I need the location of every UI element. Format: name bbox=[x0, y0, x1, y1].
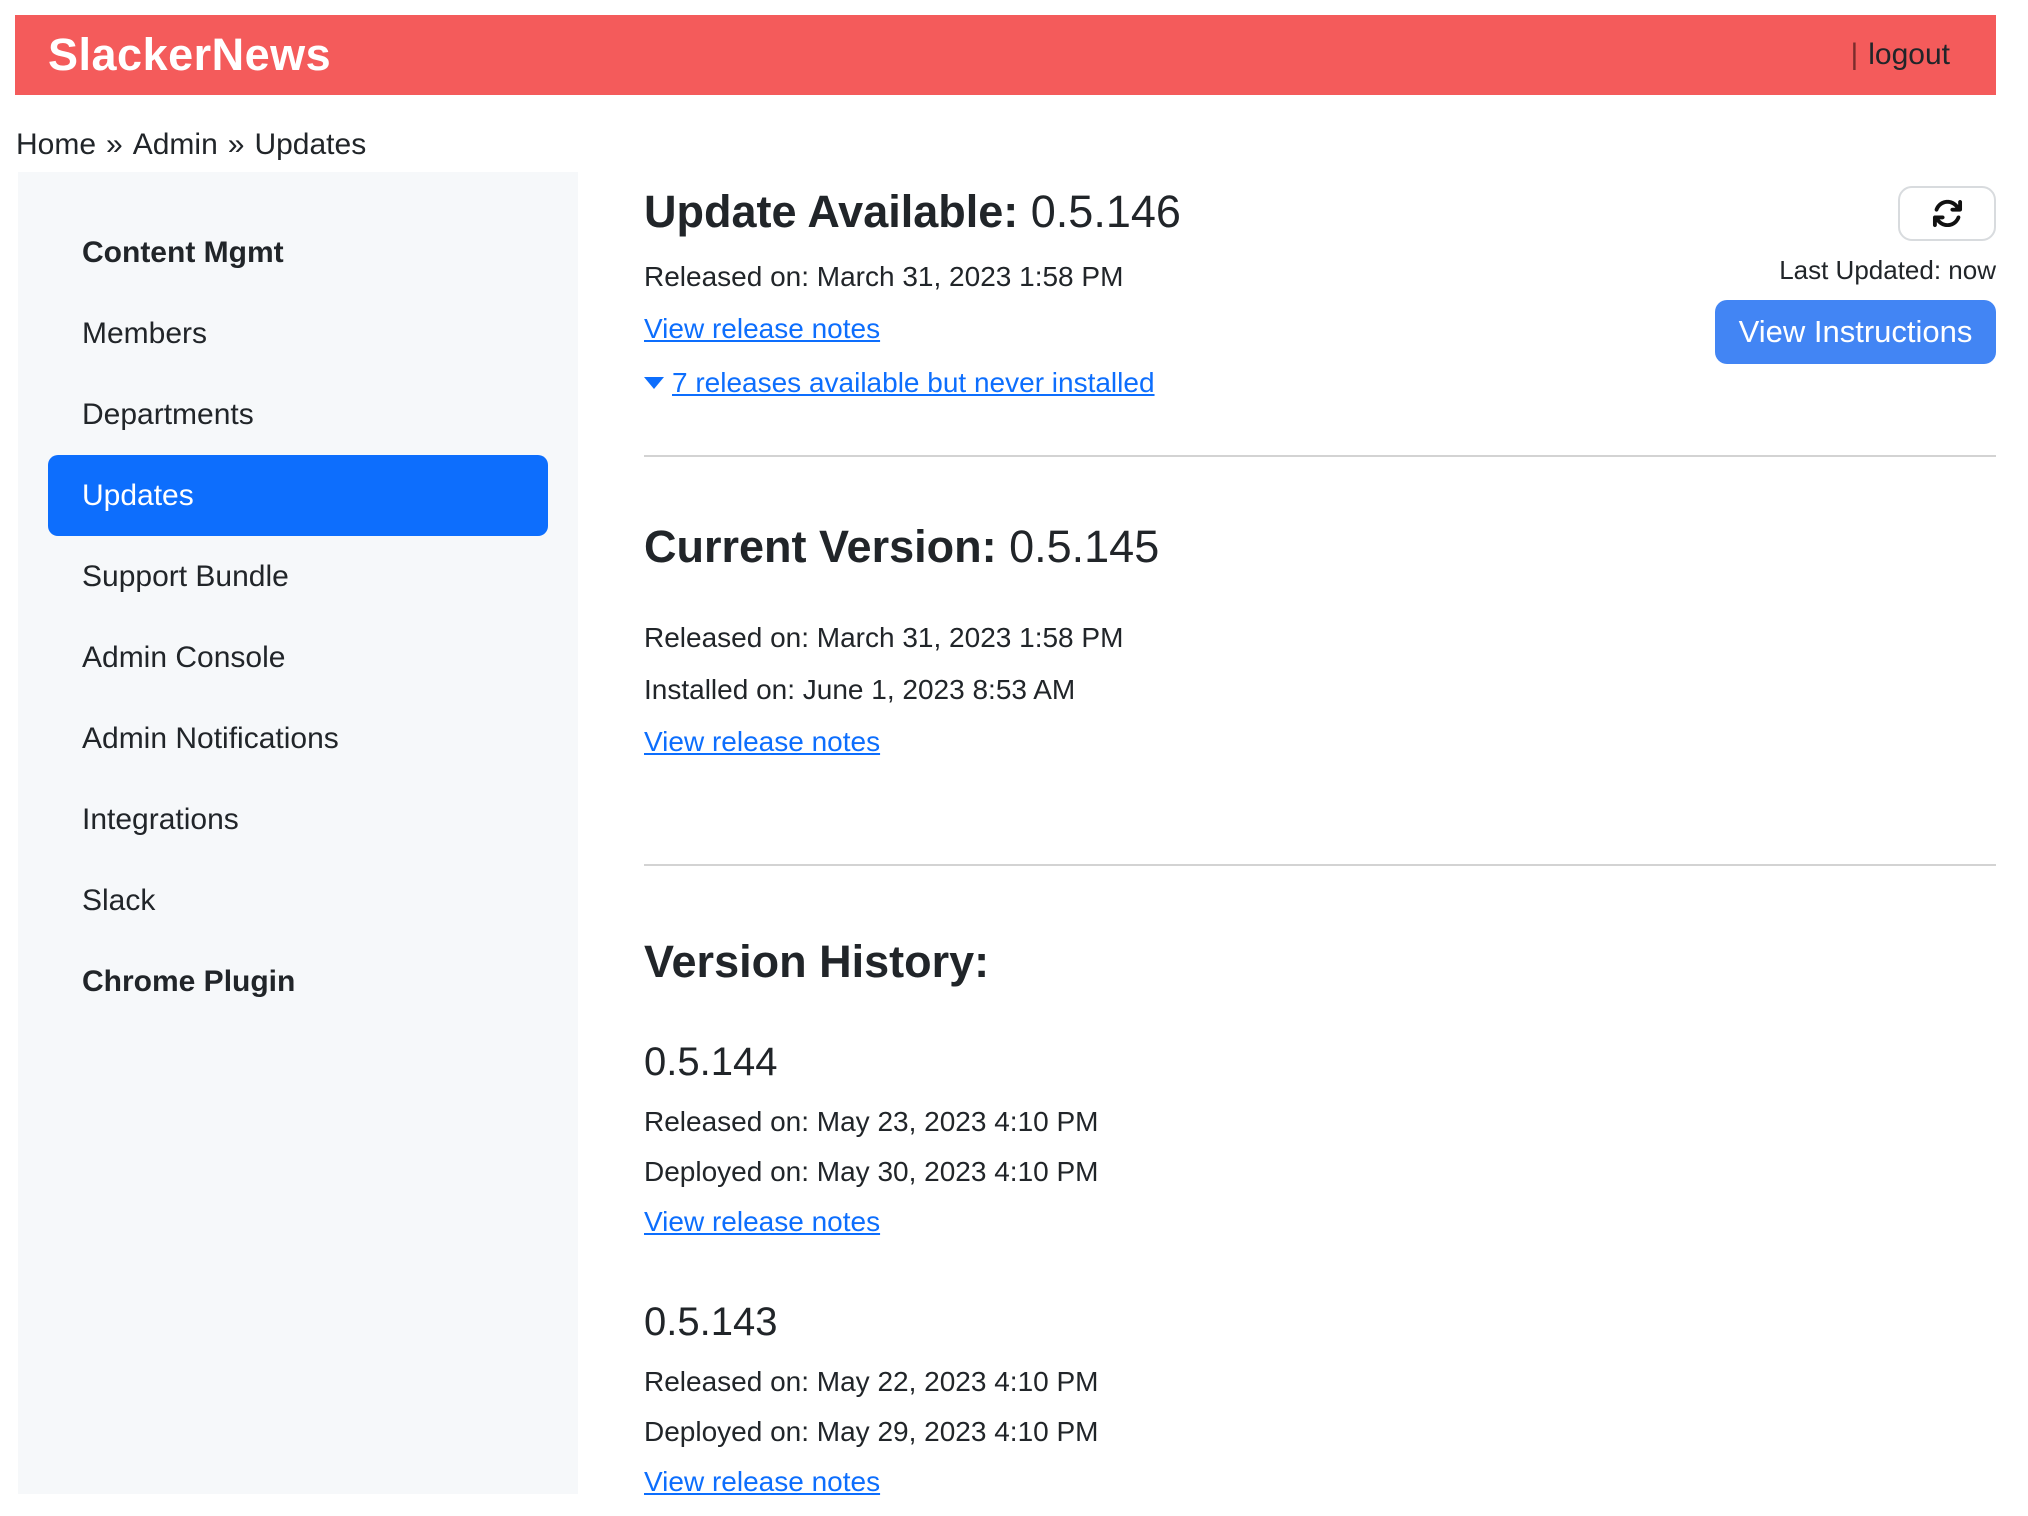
history-deployed-on: Deployed on: May 29, 2023 4:10 PM bbox=[644, 1415, 1996, 1449]
current-released-on: Released on: March 31, 2023 1:58 PM bbox=[644, 621, 1996, 655]
sidebar-item-support-bundle[interactable]: Support Bundle bbox=[48, 536, 548, 617]
update-available-row: Update Available: 0.5.146 Released on: M… bbox=[644, 186, 1996, 399]
current-version-label: Current Version: bbox=[644, 521, 997, 572]
current-version-section: Current Version: 0.5.145 Released on: Ma… bbox=[644, 521, 1996, 776]
logout-area: | logout bbox=[1850, 38, 1950, 72]
section-divider bbox=[644, 455, 1996, 457]
sidebar: Content Mgmt Members Departments Updates… bbox=[18, 172, 578, 1494]
update-controls: Last Updated: now View Instructions bbox=[1715, 186, 1996, 364]
update-available-section: Update Available: 0.5.146 Released on: M… bbox=[644, 186, 1181, 399]
breadcrumb-updates[interactable]: Updates bbox=[254, 128, 366, 161]
current-version-heading: Current Version: 0.5.145 bbox=[644, 521, 1996, 573]
releases-toggle-line: 7 releases available but never installed bbox=[644, 367, 1181, 399]
update-available-heading: Update Available: 0.5.146 bbox=[644, 186, 1181, 238]
breadcrumb-separator: » bbox=[228, 128, 245, 161]
caret-down-icon bbox=[644, 377, 664, 389]
history-version-number: 0.5.143 bbox=[644, 1300, 1996, 1345]
current-installed-on: Installed on: June 1, 2023 8:53 AM bbox=[644, 673, 1996, 707]
history-version-number: 0.5.144 bbox=[644, 1040, 1996, 1085]
history-deployed-on: Deployed on: May 30, 2023 4:10 PM bbox=[644, 1155, 1996, 1189]
releases-toggle-link[interactable]: 7 releases available but never installed bbox=[644, 367, 1155, 399]
update-available-label: Update Available: bbox=[644, 186, 1018, 237]
sidebar-item-admin-console[interactable]: Admin Console bbox=[48, 617, 548, 698]
sidebar-item-admin-notifications[interactable]: Admin Notifications bbox=[48, 698, 548, 779]
current-release-notes-link[interactable]: View release notes bbox=[644, 726, 880, 758]
logout-separator: | bbox=[1850, 38, 1858, 72]
sidebar-item-integrations[interactable]: Integrations bbox=[48, 779, 548, 860]
sidebar-item-content-mgmt[interactable]: Content Mgmt bbox=[48, 212, 548, 293]
sidebar-item-members[interactable]: Members bbox=[48, 293, 548, 374]
history-released-on: Released on: May 22, 2023 4:10 PM bbox=[644, 1365, 1996, 1399]
app-title: SlackerNews bbox=[48, 29, 331, 81]
sidebar-item-departments[interactable]: Departments bbox=[48, 374, 548, 455]
view-instructions-button[interactable]: View Instructions bbox=[1715, 300, 1996, 364]
app-header: SlackerNews | logout bbox=[15, 15, 1996, 95]
version-history-entry: 0.5.144 Released on: May 23, 2023 4:10 P… bbox=[644, 1040, 1996, 1256]
sidebar-item-chrome-plugin[interactable]: Chrome Plugin bbox=[48, 941, 548, 1022]
history-release-notes-link[interactable]: View release notes bbox=[644, 1206, 880, 1238]
section-divider bbox=[644, 864, 1996, 866]
history-released-on: Released on: May 23, 2023 4:10 PM bbox=[644, 1105, 1996, 1139]
refresh-icon bbox=[1932, 198, 1963, 229]
last-updated-text: Last Updated: now bbox=[1779, 255, 1996, 286]
update-released-on: Released on: March 31, 2023 1:58 PM bbox=[644, 260, 1181, 294]
update-available-version: 0.5.146 bbox=[1031, 186, 1181, 237]
page: SlackerNews | logout Home»Admin»Updates … bbox=[0, 0, 2028, 1516]
version-history-heading: Version History: bbox=[644, 936, 1996, 988]
breadcrumb-separator: » bbox=[106, 128, 123, 161]
history-release-notes-link[interactable]: View release notes bbox=[644, 1466, 880, 1498]
breadcrumb: Home » Admin » Updates bbox=[16, 128, 1996, 162]
sidebar-item-slack[interactable]: Slack bbox=[48, 860, 548, 941]
refresh-button[interactable] bbox=[1898, 186, 1996, 241]
releases-toggle-label: 7 releases available but never installed bbox=[672, 367, 1155, 399]
version-history-entry: 0.5.143 Released on: May 22, 2023 4:10 P… bbox=[644, 1300, 1996, 1516]
breadcrumb-home[interactable]: Home bbox=[16, 128, 96, 161]
main-content: Update Available: 0.5.146 Released on: M… bbox=[578, 172, 1996, 1516]
sidebar-item-updates[interactable]: Updates bbox=[48, 455, 548, 536]
update-release-notes-link[interactable]: View release notes bbox=[644, 313, 880, 345]
logout-link[interactable]: logout bbox=[1868, 38, 1950, 72]
layout: Content Mgmt Members Departments Updates… bbox=[15, 172, 1996, 1516]
current-version-number: 0.5.145 bbox=[1009, 521, 1159, 572]
breadcrumb-admin[interactable]: Admin bbox=[133, 128, 218, 161]
version-history-section: Version History: 0.5.144 Released on: Ma… bbox=[644, 936, 1996, 1516]
